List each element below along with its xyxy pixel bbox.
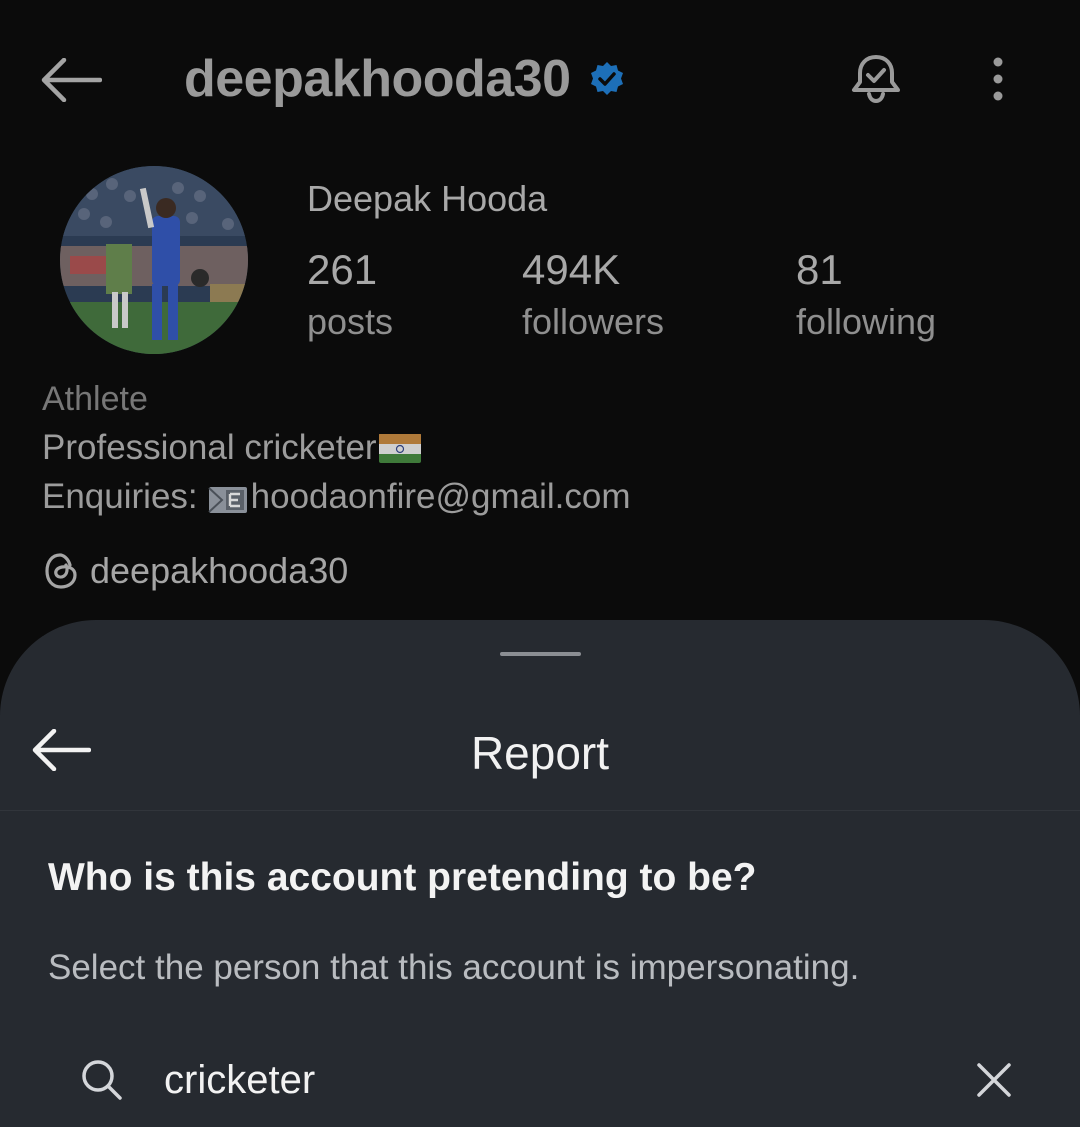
india-flag-icon (378, 433, 421, 463)
person-search-bar (0, 1040, 1080, 1120)
following-count-label: following (796, 301, 937, 342)
followers-count-label: followers (522, 301, 665, 342)
profile-full-name: Deepak Hooda (307, 178, 548, 219)
bio-line-1: Professional cricketer (42, 428, 421, 468)
bio-line-2: Enquiries: hoodaonfire@gmail.com (42, 477, 631, 517)
followers-count-value: 494K (522, 246, 621, 293)
email-icon (207, 483, 248, 513)
more-vertical-icon (993, 57, 1003, 101)
username-header: deepakhooda30 (184, 44, 625, 114)
following-count-value: 81 (796, 246, 843, 293)
bell-icon (852, 55, 900, 104)
report-question: Who is this account pretending to be? (48, 856, 757, 899)
profile-avatar[interactable] (60, 166, 248, 354)
sheet-drag-handle[interactable] (500, 652, 581, 656)
posts-count[interactable]: 261 posts (307, 246, 393, 350)
close-icon (977, 1063, 1011, 1097)
report-instructions: Select the person that this account is i… (48, 948, 860, 987)
report-bottom-sheet: Report Who is this account pretending to… (0, 620, 1080, 1127)
top-bar: deepakhooda30 (0, 0, 1080, 160)
enquiries-label: Enquiries: (42, 477, 198, 516)
profile-category: Athlete (42, 380, 148, 418)
back-button[interactable] (36, 50, 106, 110)
threads-icon (44, 552, 78, 590)
clear-search-button[interactable] (970, 1056, 1018, 1104)
sheet-header: Report (0, 690, 1080, 811)
threads-link[interactable]: deepakhooda30 (44, 550, 348, 592)
search-icon (82, 1060, 122, 1100)
posts-count-label: posts (307, 301, 394, 342)
verified-badge-icon (589, 61, 625, 97)
search-input[interactable] (164, 1052, 924, 1108)
back-arrow-icon (41, 58, 102, 102)
following-count[interactable]: 81 following (796, 246, 936, 350)
sheet-title: Report (470, 727, 610, 779)
bio-email-link[interactable]: hoodaonfire@gmail.com (251, 477, 631, 517)
threads-handle: deepakhooda30 (90, 550, 349, 591)
profile-page: deepakhooda30 Deepak Hooda 261 posts 494… (0, 0, 1080, 1127)
more-options-button[interactable] (972, 48, 1024, 110)
bio-text: Professional cricketer (42, 428, 377, 467)
notifications-button[interactable] (845, 48, 907, 110)
followers-count[interactable]: 494K followers (522, 246, 664, 350)
posts-count-value: 261 (307, 246, 378, 293)
username: deepakhooda30 (184, 50, 571, 108)
